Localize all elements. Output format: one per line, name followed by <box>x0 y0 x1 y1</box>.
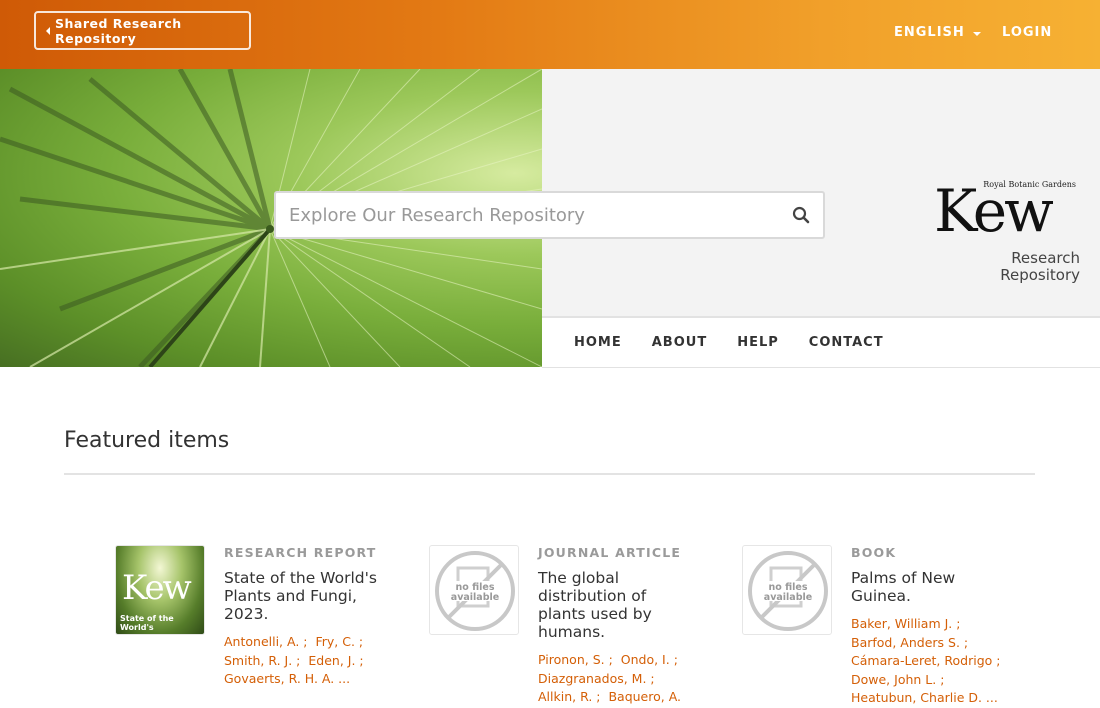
author-link[interactable]: Pironon, S. ; <box>538 652 613 667</box>
author-list: Antonelli, A. ; Fry, C. ; Smith, R. J. ;… <box>224 633 384 689</box>
caret-down-icon <box>972 31 981 36</box>
no-files-icon: no files available <box>748 551 828 631</box>
author-link[interactable]: Baker, William J. ; <box>851 616 960 631</box>
item-thumbnail[interactable]: no files available <box>742 545 832 635</box>
author-link[interactable]: Fry, C. ; <box>315 634 363 649</box>
item-type: RESEARCH REPORT <box>224 545 377 560</box>
author-list: Pironon, S. ; Ondo, I. ; Diazgranados, M… <box>538 651 698 707</box>
author-link[interactable]: Dowe, John L. ; <box>851 672 944 687</box>
top-bar: Shared Research Repository ENGLISH LOGIN <box>0 0 1100 69</box>
item-type: JOURNAL ARTICLE <box>538 545 682 560</box>
nav-home[interactable]: HOME <box>574 335 622 350</box>
search-button[interactable] <box>779 193 823 237</box>
repository-name-line2: Repository <box>1000 266 1080 284</box>
author-link[interactable]: Smith, R. J. ; <box>224 653 300 668</box>
item-thumbnail[interactable]: no files available <box>429 545 519 635</box>
shared-repository-label: Shared Research Repository <box>55 15 182 46</box>
logo-wordmark: Kew <box>934 177 1054 245</box>
language-dropdown[interactable]: ENGLISH <box>894 25 981 40</box>
main-nav: HOME ABOUT HELP CONTACT <box>542 316 1100 368</box>
repository-name: Research Repository <box>940 250 1080 284</box>
repository-name-line1: Research <box>1011 249 1080 267</box>
search-bar <box>274 191 825 239</box>
thumb-caption: State of the World's <box>120 614 174 632</box>
author-link[interactable]: Allkin, R. ; <box>538 689 600 704</box>
author-link[interactable]: Ondo, I. ; <box>621 652 678 667</box>
item-title-link[interactable]: Palms of New Guinea. <box>851 569 1011 605</box>
search-icon <box>792 206 810 224</box>
item-meta: JOURNAL ARTICLE The global distribution … <box>538 545 698 707</box>
item-title-link[interactable]: The global distribution of plants used b… <box>538 569 698 641</box>
author-link[interactable]: Antonelli, A. ; <box>224 634 308 649</box>
divider <box>64 473 1035 475</box>
item-thumbnail[interactable]: Kew State of the World's <box>115 545 205 635</box>
login-link[interactable]: LOGIN <box>1002 25 1052 40</box>
author-link[interactable]: Eden, J. ; <box>308 653 363 668</box>
thumb-logo: Kew <box>122 568 192 608</box>
kew-logo[interactable]: Royal Botanic Gardens Kew <box>934 180 1082 240</box>
item-title-link[interactable]: State of the World's Plants and Fungi, 2… <box>224 569 384 623</box>
author-link[interactable]: Diazgranados, M. ; <box>538 671 655 686</box>
author-link[interactable]: Baquero, A. <box>608 689 681 704</box>
language-label: ENGLISH <box>894 25 965 40</box>
no-files-line2: available <box>451 592 499 603</box>
no-files-icon: no files available <box>435 551 515 631</box>
featured-heading: Featured items <box>64 428 230 453</box>
no-files-line2: available <box>764 592 812 603</box>
nav-contact[interactable]: CONTACT <box>809 335 884 350</box>
nav-help[interactable]: HELP <box>737 335 779 350</box>
search-input[interactable] <box>276 193 779 237</box>
author-link[interactable]: Heatubun, Charlie D. ... <box>851 690 998 705</box>
author-list: Baker, William J. ; Barfod, Anders S. ; … <box>851 615 1011 708</box>
nav-about[interactable]: ABOUT <box>652 335 707 350</box>
author-link[interactable]: Cámara-Leret, Rodrigo ; <box>851 653 1000 668</box>
item-meta: BOOK Palms of New Guinea. Baker, William… <box>851 545 1011 708</box>
caret-left-icon <box>46 26 50 35</box>
author-link[interactable]: Govaerts, R. H. A. ... <box>224 671 350 686</box>
shared-repository-button[interactable]: Shared Research Repository <box>34 11 251 50</box>
featured-item: Kew State of the World's RESEARCH REPORT… <box>115 545 415 686</box>
item-meta: RESEARCH REPORT State of the World's Pla… <box>224 545 384 689</box>
item-type: BOOK <box>851 545 897 560</box>
author-link[interactable]: Barfod, Anders S. ; <box>851 635 968 650</box>
